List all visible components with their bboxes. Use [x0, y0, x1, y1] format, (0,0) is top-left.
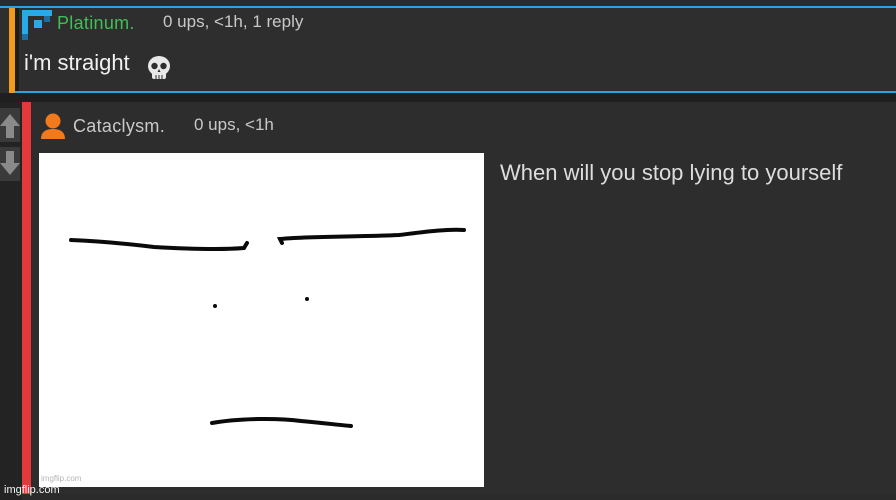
arrow-down-icon[interactable] [0, 147, 20, 181]
comment-meta: 0 ups, <1h, 1 reply [163, 12, 304, 31]
meme-image[interactable] [39, 153, 484, 487]
footer-watermark: imgflip.com [4, 484, 60, 496]
username-platinum[interactable]: Platinum. [57, 13, 135, 34]
skull-emoji-icon [148, 56, 170, 79]
comment-text: i'm straight [24, 50, 130, 75]
username-cataclysm[interactable]: Cataclysm. [73, 116, 165, 137]
comment-meta: 0 ups, <1h [194, 115, 274, 134]
face-drawing [69, 227, 466, 428]
comment-highlight-bar [22, 102, 31, 494]
comment-separator [0, 93, 896, 102]
comment-depth-gap [15, 8, 19, 93]
pixel-avatar-icon[interactable] [22, 10, 52, 40]
comment-text: When will you stop lying to yourself [500, 160, 843, 185]
user-silhouette-icon[interactable] [40, 112, 66, 140]
arrow-up-icon[interactable] [0, 108, 20, 142]
image-watermark: imgflip.com [41, 474, 82, 483]
